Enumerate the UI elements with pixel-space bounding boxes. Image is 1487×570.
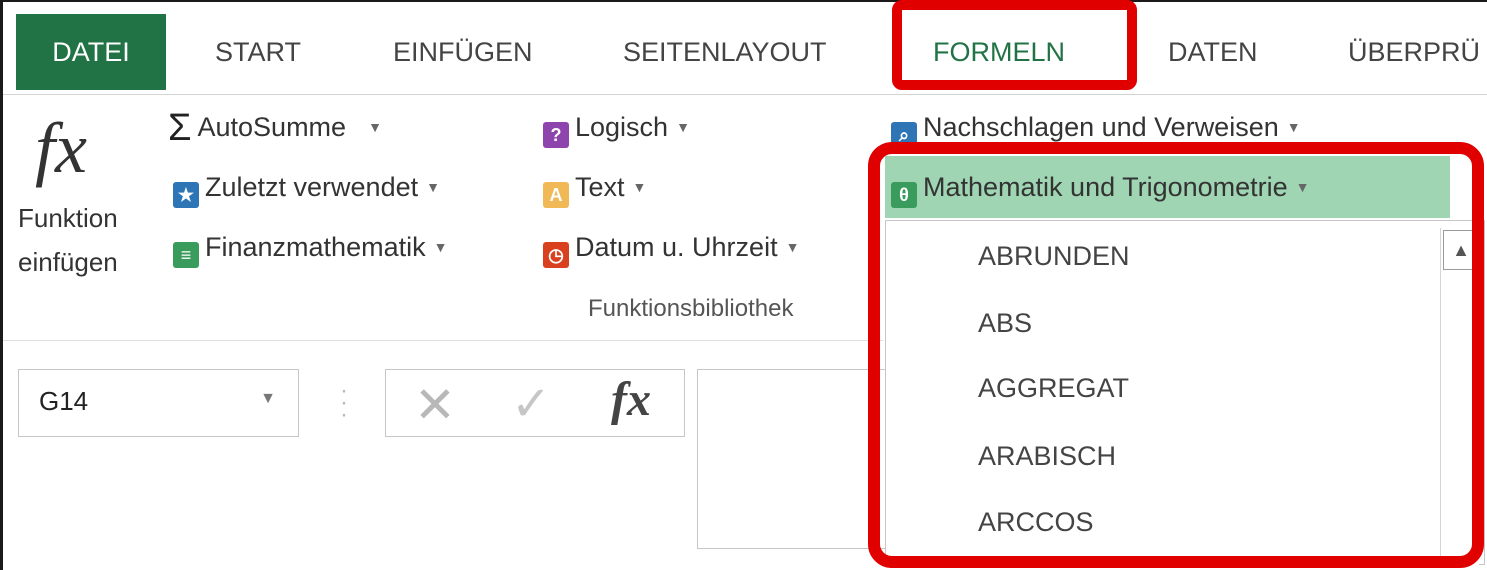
name-box-value: G14	[39, 386, 89, 416]
chevron-down-icon: ▼	[368, 119, 382, 135]
database-book-icon: ≡	[173, 242, 199, 268]
autosum-button[interactable]: Σ AutoSumme ▼	[168, 105, 382, 149]
tab-start[interactable]: START	[215, 20, 301, 84]
tab-ueberpruefen[interactable]: ÜBERPRÜ	[1348, 20, 1480, 84]
chevron-down-icon: ▼	[676, 119, 690, 135]
chevron-down-icon: ▼	[632, 179, 647, 195]
sigma-icon: Σ	[168, 107, 192, 149]
formula-bar-separator	[3, 340, 883, 341]
tab-datei[interactable]: DATEI	[16, 14, 166, 90]
logical-label: Logisch	[575, 112, 669, 142]
recently-used-label: Zuletzt verwendet	[205, 172, 419, 202]
cancel-icon[interactable]: ✕	[414, 376, 456, 434]
excel-screen: DATEI START EINFÜGEN SEITENLAYOUT FORMEL…	[0, 0, 1487, 570]
lookup-label: Nachschlagen und Verweisen	[923, 112, 1279, 142]
tab-einfuegen[interactable]: EINFÜGEN	[393, 20, 533, 84]
chevron-down-icon[interactable]: ▼	[260, 390, 276, 408]
ribbon-tab-bar: DATEI START EINFÜGEN SEITENLAYOUT FORMEL…	[3, 2, 1487, 94]
name-box[interactable]: G14 ▼	[18, 369, 299, 437]
chevron-down-icon: ▼	[426, 179, 440, 195]
grip-dots-icon[interactable]: · · ·	[340, 379, 348, 427]
recently-used-button[interactable]: ★ Zuletzt verwendet ▼	[173, 165, 440, 209]
tab-daten[interactable]: DATEN	[1168, 20, 1258, 84]
star-book-icon: ★	[173, 182, 199, 208]
formula-buttons: ✕ ✓ fx	[385, 369, 685, 437]
logical-button[interactable]: ? Logisch ▼	[543, 105, 690, 149]
clock-book-icon: ◷	[543, 242, 569, 268]
text-book-icon: A	[543, 182, 569, 208]
annotation-highlight-tab	[892, 0, 1137, 90]
date-time-label: Datum u. Uhrzeit	[575, 232, 778, 262]
insert-function-label-1[interactable]: Funktion	[18, 203, 118, 234]
group-label-function-library: Funktionsbibliothek	[588, 295, 794, 322]
autosum-label: AutoSumme	[197, 112, 347, 142]
insert-function-fx-icon[interactable]: fx	[611, 372, 651, 427]
tab-seitenlayout[interactable]: SEITENLAYOUT	[623, 20, 827, 84]
chevron-down-icon: ▼	[433, 239, 448, 255]
formula-input[interactable]	[697, 369, 887, 549]
text-button[interactable]: A Text ▼	[543, 165, 646, 209]
financial-label: Finanzmathematik	[205, 232, 426, 262]
date-time-button[interactable]: ◷ Datum u. Uhrzeit ▼	[543, 225, 799, 269]
financial-button[interactable]: ≡ Finanzmathematik ▼	[173, 225, 447, 269]
question-book-icon: ?	[543, 122, 569, 148]
chevron-down-icon: ▼	[785, 239, 800, 255]
enter-check-icon[interactable]: ✓	[511, 376, 551, 432]
annotation-highlight-dropdown	[868, 142, 1484, 568]
fx-icon[interactable]: fx	[35, 107, 87, 190]
text-label: Text	[575, 172, 625, 202]
insert-function-label-2[interactable]: einfügen	[18, 247, 118, 278]
